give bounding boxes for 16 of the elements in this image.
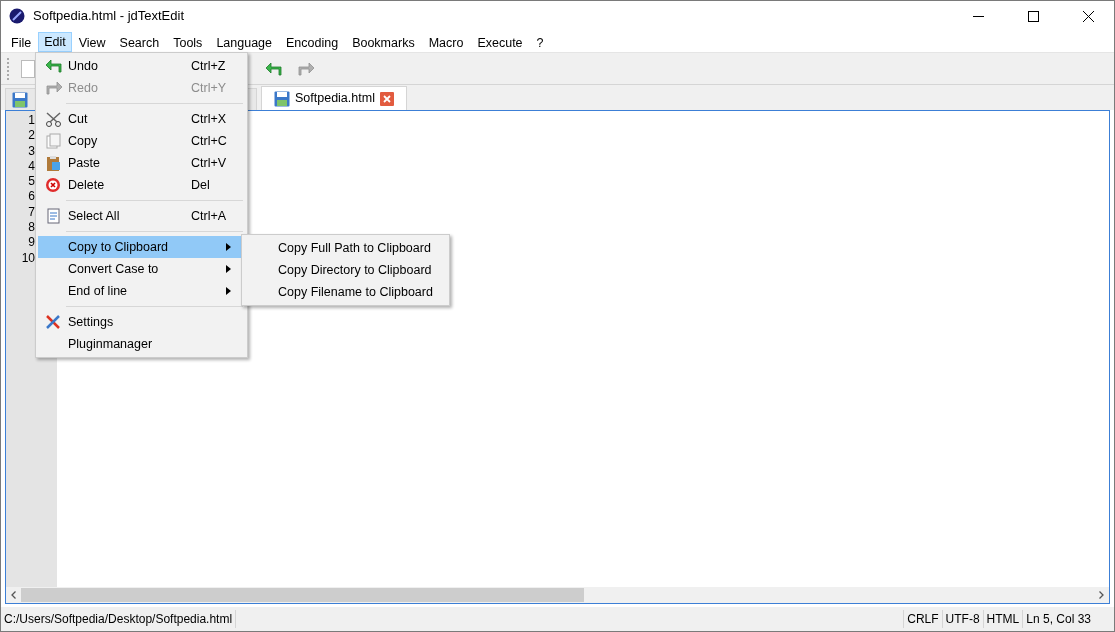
line-number: 7 (28, 204, 35, 221)
line-number: 1 (28, 113, 35, 129)
line-number: 3 (28, 143, 35, 159)
line-number: 2 (28, 128, 35, 144)
line-number: 8 (28, 220, 35, 236)
file-path-label: C:/Users/Softpedia/Desktop/Softpedia.html (1, 610, 237, 628)
line-number: 10 (21, 250, 35, 266)
line-number: 6 (28, 189, 35, 205)
status-field: UTF-8 (941, 610, 983, 628)
status-field: HTML (982, 610, 1023, 628)
line-number: 5 (28, 174, 35, 190)
status-field: CRLF (903, 610, 942, 628)
line-number: 9 (28, 235, 35, 251)
line-number: 4 (28, 158, 35, 175)
status-field: Ln 5, Col 33 (1022, 610, 1094, 628)
window-title: Softpedia.html - jdTextEdit (33, 7, 185, 26)
